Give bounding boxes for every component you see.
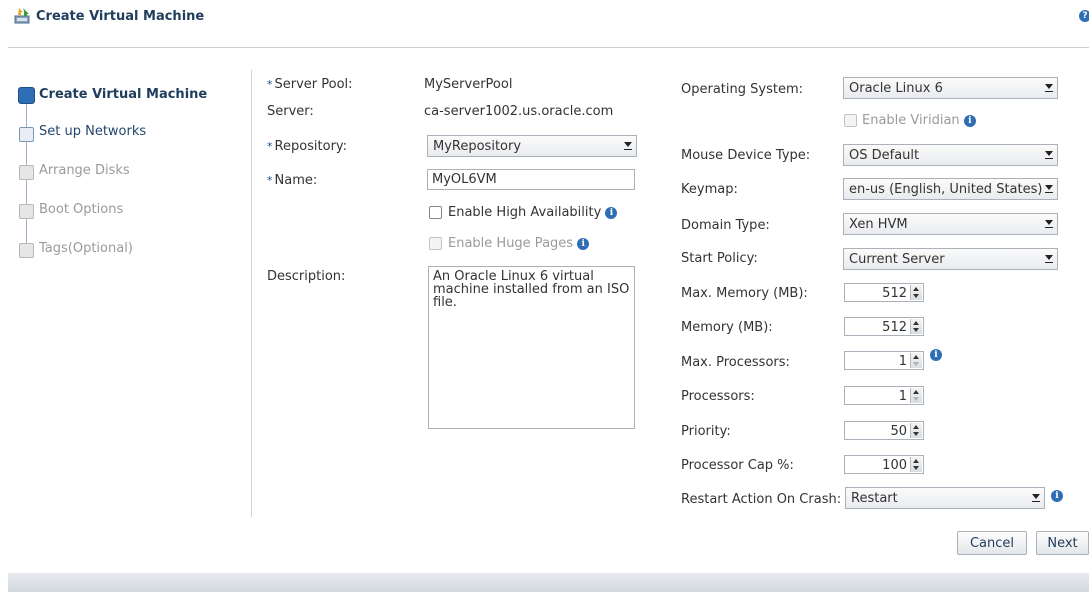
train-connector (26, 101, 27, 129)
domain-type-label: Domain Type: (681, 218, 770, 233)
mouse-device-select[interactable]: OS Default (843, 144, 1058, 166)
enable-viridian-label: Enable Viridian i (862, 113, 976, 128)
dropdown-arrow-icon (1044, 149, 1053, 160)
description-label: Description: (267, 269, 346, 284)
keymap-label: Keymap: (681, 182, 738, 197)
spinner-arrows-icon[interactable] (910, 457, 922, 472)
train-step-boot: Boot Options (39, 202, 124, 217)
restart-action-label: Restart Action On Crash: (681, 492, 842, 507)
spinner-arrows-icon[interactable] (910, 423, 922, 438)
enable-viridian-checkbox (844, 114, 857, 127)
description-textarea[interactable]: An Oracle Linux 6 virtual machine instal… (428, 266, 635, 429)
train-connector (26, 218, 27, 244)
domain-type-select[interactable]: Xen HVM (843, 213, 1058, 235)
cancel-button[interactable]: Cancel (957, 531, 1027, 555)
server-pool-value: MyServerPool (424, 77, 513, 92)
processors-label: Processors: (681, 389, 755, 404)
train-step-networks-icon[interactable] (19, 127, 34, 142)
train-step-create-vm: Create Virtual Machine (39, 87, 208, 102)
spinner-arrows-icon[interactable] (910, 388, 922, 403)
start-policy-label: Start Policy: (681, 251, 758, 266)
train-connector (26, 140, 27, 166)
spinner-arrows-icon[interactable] (910, 319, 922, 334)
os-select[interactable]: Oracle Linux 6 (843, 77, 1058, 99)
header-divider (8, 47, 1089, 48)
repository-select[interactable]: MyRepository (427, 135, 637, 157)
enable-ha-checkbox[interactable] (429, 206, 442, 219)
max-memory-label: Max. Memory (MB): (681, 286, 808, 301)
keymap-select[interactable]: en-us (English, United States) (843, 178, 1058, 200)
dropdown-arrow-icon (1031, 492, 1040, 503)
required-marker: * (267, 78, 273, 91)
help-icon[interactable]: ? (1079, 10, 1089, 22)
name-label: * Name: (267, 173, 318, 188)
info-icon[interactable]: i (577, 238, 590, 250)
dropdown-arrow-icon (1044, 82, 1053, 93)
dropdown-arrow-icon (623, 140, 632, 151)
train-step-disks: Arrange Disks (39, 163, 130, 178)
section-divider (251, 70, 252, 517)
max-processors-label: Max. Processors: (681, 355, 790, 370)
dropdown-arrow-icon (1044, 218, 1053, 229)
next-button[interactable]: Next (1036, 531, 1089, 555)
dropdown-arrow-icon (1044, 183, 1053, 194)
required-marker: * (267, 140, 273, 153)
enable-huge-pages-label: Enable Huge Pages i (448, 236, 590, 251)
enable-huge-pages-checkbox (429, 237, 442, 250)
spinner-arrows-icon[interactable] (910, 353, 922, 368)
priority-label: Priority: (681, 424, 731, 439)
train-step-tags-icon (19, 243, 34, 258)
train-step-tags: Tags(Optional) (39, 241, 133, 256)
mouse-device-label: Mouse Device Type: (681, 148, 811, 163)
os-label: Operating System: (681, 82, 803, 97)
memory-label: Memory (MB): (681, 320, 773, 335)
create-vm-icon (13, 6, 33, 26)
server-value: ca-server1002.us.oracle.com (424, 104, 614, 119)
restart-action-select[interactable]: Restart (845, 487, 1045, 509)
dropdown-arrow-icon (1044, 253, 1053, 264)
required-marker: * (267, 174, 273, 187)
info-icon[interactable]: i (930, 349, 942, 361)
info-icon[interactable]: i (605, 207, 618, 219)
priority-spinner[interactable]: 50 (844, 421, 924, 440)
name-input[interactable] (427, 169, 635, 190)
processor-cap-spinner[interactable]: 100 (844, 455, 924, 474)
info-icon[interactable]: i (1051, 490, 1063, 502)
start-policy-select[interactable]: Current Server (843, 248, 1058, 270)
train-connector (26, 179, 27, 205)
memory-spinner[interactable]: 512 (844, 317, 924, 336)
train-step-disks-icon (19, 165, 34, 180)
spinner-arrows-icon[interactable] (910, 285, 922, 300)
train-step-create-vm-icon (18, 87, 35, 104)
enable-ha-label: Enable High Availability i (448, 205, 618, 220)
server-label: Server: (267, 104, 314, 119)
train-step-networks[interactable]: Set up Networks (39, 124, 146, 139)
page-title: Create Virtual Machine (36, 9, 205, 24)
info-icon[interactable]: i (963, 115, 976, 127)
footer-bar (8, 573, 1089, 592)
server-pool-label: * Server Pool: (267, 77, 353, 92)
repository-label: * Repository: (267, 139, 348, 154)
max-processors-spinner[interactable]: 1 (844, 351, 924, 370)
max-memory-spinner[interactable]: 512 (844, 283, 924, 302)
train-step-boot-icon (19, 204, 34, 219)
processors-spinner[interactable]: 1 (844, 386, 924, 405)
processor-cap-label: Processor Cap %: (681, 458, 794, 473)
